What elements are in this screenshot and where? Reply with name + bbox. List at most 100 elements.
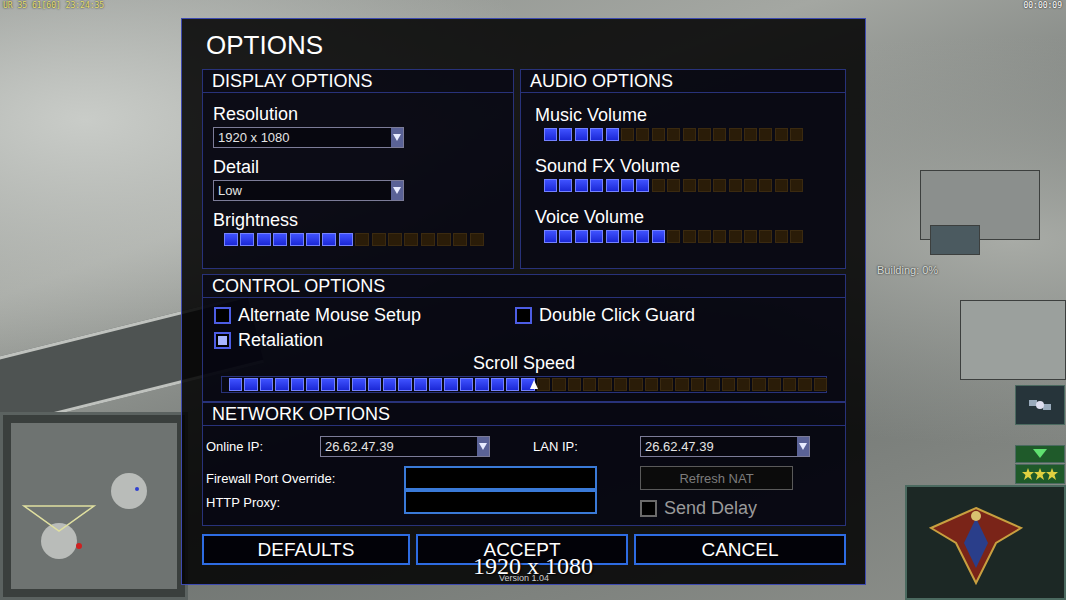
- dropdown-arrow-icon[interactable]: [391, 128, 403, 147]
- volume-slider[interactable]: [535, 128, 835, 141]
- bar-segment: [606, 230, 619, 243]
- bar-segment: [645, 378, 658, 391]
- bar-segment: [660, 378, 673, 391]
- slider-thumb-icon[interactable]: [530, 380, 538, 389]
- bar-segment: [506, 378, 519, 391]
- audio-slider: Music Volume: [535, 105, 835, 141]
- bar-segment: [383, 378, 396, 391]
- bar-segment: [783, 378, 796, 391]
- arrow-button[interactable]: [1015, 445, 1065, 463]
- bar-segment: [590, 230, 603, 243]
- display-field: DetailLow: [213, 157, 503, 201]
- menu-button[interactable]: DEFAULTS: [202, 534, 410, 565]
- checkbox[interactable]: [214, 307, 231, 324]
- bar-segment: [321, 378, 334, 391]
- section-header: DISPLAY OPTIONS: [203, 70, 513, 93]
- checkbox-row[interactable]: Send Delay: [640, 498, 793, 519]
- bar-segment: [759, 230, 772, 243]
- bar-segment: [614, 378, 627, 391]
- field-label: Online IP:: [206, 439, 320, 454]
- checkbox-row[interactable]: Alternate Mouse Setup: [214, 305, 515, 326]
- rank-button[interactable]: [1015, 464, 1065, 484]
- down-arrow-icon: [1033, 449, 1047, 459]
- firewall-input[interactable]: [404, 466, 597, 490]
- control-options: CONTROL OPTIONSAlternate Mouse SetupDoub…: [202, 274, 846, 402]
- bar-segment: [337, 378, 350, 391]
- checkbox-row[interactable]: Retaliation: [214, 330, 515, 351]
- bar-segment: [355, 233, 369, 246]
- bar-segment: [229, 378, 242, 391]
- bar-segment: [339, 233, 353, 246]
- bar-segment: [290, 233, 304, 246]
- field-label: Scroll Speed: [473, 353, 575, 374]
- building-status: Building: 0%: [877, 264, 938, 276]
- audio-body: Music Volume Sound FX Volume Voice Volume: [521, 93, 845, 251]
- scroll-segments[interactable]: [225, 378, 823, 391]
- faction-emblem-icon: [926, 498, 1026, 588]
- scroll-speed-slider[interactable]: [221, 376, 827, 393]
- bar-segment: [798, 378, 811, 391]
- field-label: Voice Volume: [535, 207, 835, 228]
- checkbox-label: Send Delay: [664, 498, 757, 519]
- bar-segment: [759, 128, 772, 141]
- bar-segment: [629, 378, 642, 391]
- checkbox[interactable]: [214, 332, 231, 349]
- rank-stars-icon: [1022, 468, 1058, 480]
- section-header: NETWORK OPTIONS: [203, 403, 845, 426]
- dropdown-arrow-icon[interactable]: [797, 437, 809, 456]
- display-body: Resolution1920 x 1080DetailLowBrightness: [203, 93, 513, 254]
- checkbox-row[interactable]: Double Click Guard: [515, 305, 845, 326]
- dropdown[interactable]: Low: [213, 180, 404, 201]
- brightness-slider[interactable]: [213, 233, 503, 246]
- bar-segment: [737, 378, 750, 391]
- bar-segment: [537, 378, 550, 391]
- audio-slider: Sound FX Volume: [535, 156, 835, 192]
- dropdown-value: 1920 x 1080: [214, 128, 391, 147]
- volume-slider[interactable]: [535, 179, 835, 192]
- network-actions: Refresh NAT Send Delay: [640, 466, 793, 519]
- proxy-input[interactable]: [404, 490, 597, 514]
- bar-segment: [491, 378, 504, 391]
- bar-segment: [421, 233, 435, 246]
- display-options: DISPLAY OPTIONSResolution1920 x 1080Deta…: [202, 69, 514, 269]
- dialog-title: OPTIONS: [202, 19, 846, 69]
- refresh-nat-button[interactable]: Refresh NAT: [640, 466, 793, 490]
- debug-text: UR 35 61[60] 23:24:35: [3, 1, 104, 10]
- bar-segment: [683, 128, 696, 141]
- bar-segment: [575, 179, 588, 192]
- bar-segment: [729, 128, 742, 141]
- bar-segment: [729, 230, 742, 243]
- bar-segment: [568, 378, 581, 391]
- bar-segment: [306, 378, 319, 391]
- command-bar[interactable]: [905, 485, 1066, 600]
- bar-segment: [372, 233, 386, 246]
- bar-segment: [590, 128, 603, 141]
- checkbox[interactable]: [640, 500, 657, 517]
- bar-segment: [636, 128, 649, 141]
- ip-row: Online IP:26.62.47.39LAN IP:26.62.47.39: [206, 436, 845, 457]
- dropdown-arrow-icon[interactable]: [391, 181, 403, 200]
- bar-segment: [544, 128, 557, 141]
- dropdown[interactable]: 26.62.47.39: [320, 436, 490, 457]
- bar-segment: [559, 230, 572, 243]
- dropdown-value: 26.62.47.39: [321, 437, 477, 456]
- checkbox[interactable]: [515, 307, 532, 324]
- dropdown[interactable]: 26.62.47.39: [640, 436, 810, 457]
- field-label: Brightness: [213, 210, 503, 231]
- bar-segment: [257, 233, 271, 246]
- bar-segment: [706, 378, 719, 391]
- bar-segment: [713, 128, 726, 141]
- minimap-map-icon: [19, 431, 169, 581]
- dropdown[interactable]: 1920 x 1080: [213, 127, 404, 148]
- satellite-button[interactable]: [1015, 385, 1065, 425]
- bar-segment: [667, 230, 680, 243]
- firewall-row: Firewall Port Override:: [206, 466, 597, 490]
- menu-button[interactable]: CANCEL: [634, 534, 846, 565]
- checkbox-label: Alternate Mouse Setup: [238, 305, 421, 326]
- volume-slider[interactable]: [535, 230, 835, 243]
- bar-segment: [240, 233, 254, 246]
- building: [960, 300, 1066, 380]
- bar-segment: [775, 179, 788, 192]
- dropdown-arrow-icon[interactable]: [477, 437, 489, 456]
- minimap[interactable]: [0, 412, 188, 600]
